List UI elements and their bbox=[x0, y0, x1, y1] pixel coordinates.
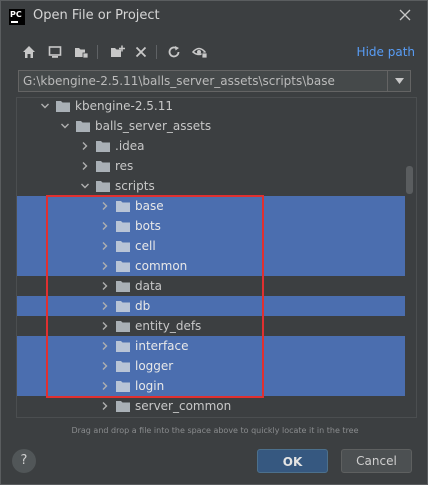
tree-row-label: entity_defs bbox=[135, 319, 202, 333]
path-input[interactable] bbox=[19, 71, 387, 91]
tree-row-res[interactable]: res bbox=[17, 156, 405, 176]
tree-row-label: server_common bbox=[135, 399, 232, 413]
tree-row-label: bots bbox=[135, 219, 161, 233]
hide-path-link[interactable]: Hide path bbox=[357, 45, 415, 59]
tree-row-label: res bbox=[115, 159, 134, 173]
folder-icon bbox=[96, 141, 110, 152]
chevron-down-icon[interactable] bbox=[81, 182, 89, 190]
tree-row-label: logger bbox=[135, 359, 174, 373]
tree-row-common[interactable]: common bbox=[17, 256, 405, 276]
close-icon[interactable] bbox=[395, 6, 415, 26]
folder-icon bbox=[116, 341, 130, 352]
tree-row-label: db bbox=[135, 299, 151, 313]
chevron-right-icon[interactable] bbox=[101, 402, 109, 410]
show-hidden-icon[interactable] bbox=[190, 41, 210, 63]
chevron-right-icon[interactable] bbox=[101, 382, 109, 390]
chevron-right-icon[interactable] bbox=[81, 162, 89, 170]
tree-row-cell[interactable]: cell bbox=[17, 236, 405, 256]
delete-icon[interactable] bbox=[131, 41, 151, 63]
folder-icon bbox=[96, 161, 110, 172]
file-tree[interactable]: server_common login logger interface entity_… bbox=[16, 97, 417, 418]
folder-icon bbox=[116, 221, 130, 232]
chevron-right-icon[interactable] bbox=[101, 202, 109, 210]
tree-row-logger[interactable]: logger bbox=[17, 356, 405, 376]
folder-icon bbox=[116, 261, 130, 272]
tree-row-bots[interactable]: bots bbox=[17, 216, 405, 236]
tree-row--idea[interactable]: .idea bbox=[17, 136, 405, 156]
tree-row-label: cell bbox=[135, 239, 156, 253]
chevron-down-icon[interactable] bbox=[61, 122, 69, 130]
tree-row-label: balls_server_assets bbox=[95, 119, 212, 133]
home-icon[interactable] bbox=[19, 41, 39, 63]
tree-row-label: common bbox=[135, 259, 188, 273]
tree-row-interface[interactable]: interface bbox=[17, 336, 405, 356]
folder-icon bbox=[116, 361, 130, 372]
tree-row-label: base bbox=[135, 199, 164, 213]
cancel-button[interactable]: Cancel bbox=[341, 449, 412, 473]
folder-icon bbox=[116, 321, 130, 332]
window-title: Open File or Project bbox=[33, 8, 160, 23]
tree-row-label: kbengine-2.5.11 bbox=[75, 99, 173, 113]
tree-row-label: scripts bbox=[115, 179, 155, 193]
folder-icon bbox=[56, 101, 70, 112]
folder-icon bbox=[76, 121, 90, 132]
chevron-right-icon[interactable] bbox=[101, 342, 109, 350]
ok-button[interactable]: OK bbox=[257, 449, 328, 473]
tree-row-entity-defs[interactable]: entity_defs bbox=[17, 316, 405, 336]
chevron-right-icon[interactable] bbox=[101, 262, 109, 270]
tree-row-login[interactable]: login bbox=[17, 376, 405, 396]
chevron-right-icon[interactable] bbox=[101, 222, 109, 230]
toolbar-separator bbox=[97, 45, 98, 59]
title-bar: PC Open File or Project bbox=[1, 1, 427, 33]
path-history-dropdown[interactable] bbox=[387, 71, 410, 91]
tree-row-label: login bbox=[135, 379, 165, 393]
toolbar-separator bbox=[156, 45, 157, 59]
chevron-right-icon[interactable] bbox=[101, 322, 109, 330]
app-icon-text: PC bbox=[10, 10, 22, 19]
tree-row-scripts[interactable]: scripts bbox=[17, 176, 405, 196]
help-button[interactable]: ? bbox=[12, 449, 36, 473]
chevron-right-icon[interactable] bbox=[81, 142, 89, 150]
toolbar: Hide path bbox=[19, 41, 419, 63]
path-field[interactable] bbox=[18, 70, 411, 92]
refresh-icon[interactable] bbox=[164, 41, 184, 63]
open-file-dialog: PC Open File or Project Hide path G:\kbe… bbox=[0, 0, 428, 485]
project-folder-icon[interactable] bbox=[71, 41, 91, 63]
chevron-right-icon[interactable] bbox=[101, 362, 109, 370]
folder-icon bbox=[116, 281, 130, 292]
tree-row-label: data bbox=[135, 279, 163, 293]
tree-row-label: interface bbox=[135, 339, 189, 353]
folder-icon bbox=[116, 301, 130, 312]
tree-row-label: .idea bbox=[115, 139, 145, 153]
folder-icon bbox=[116, 241, 130, 252]
chevron-right-icon[interactable] bbox=[101, 242, 109, 250]
chevron-down-icon bbox=[394, 78, 404, 84]
folder-icon bbox=[116, 401, 130, 412]
tree-row-base[interactable]: base bbox=[17, 196, 405, 216]
chevron-right-icon[interactable] bbox=[101, 282, 109, 290]
tree-row-data[interactable]: data bbox=[17, 276, 405, 296]
chevron-right-icon[interactable] bbox=[101, 302, 109, 310]
folder-icon bbox=[116, 201, 130, 212]
tree-row-db[interactable]: db bbox=[17, 296, 405, 316]
drag-drop-hint: Drag and drop a file into the space abov… bbox=[71, 426, 359, 435]
folder-icon bbox=[96, 181, 110, 192]
desktop-icon[interactable] bbox=[45, 41, 65, 63]
tree-row-kbengine-2-5-11[interactable]: kbengine-2.5.11 bbox=[17, 98, 405, 116]
tree-scrollbar[interactable] bbox=[406, 166, 413, 194]
chevron-down-icon[interactable] bbox=[41, 102, 49, 110]
pycharm-app-icon: PC bbox=[9, 9, 25, 25]
folder-icon bbox=[116, 381, 130, 392]
tree-row-server-common[interactable]: server_common bbox=[17, 396, 405, 416]
new-folder-icon[interactable] bbox=[107, 41, 127, 63]
tree-row-balls-server-assets[interactable]: balls_server_assets bbox=[17, 116, 405, 136]
